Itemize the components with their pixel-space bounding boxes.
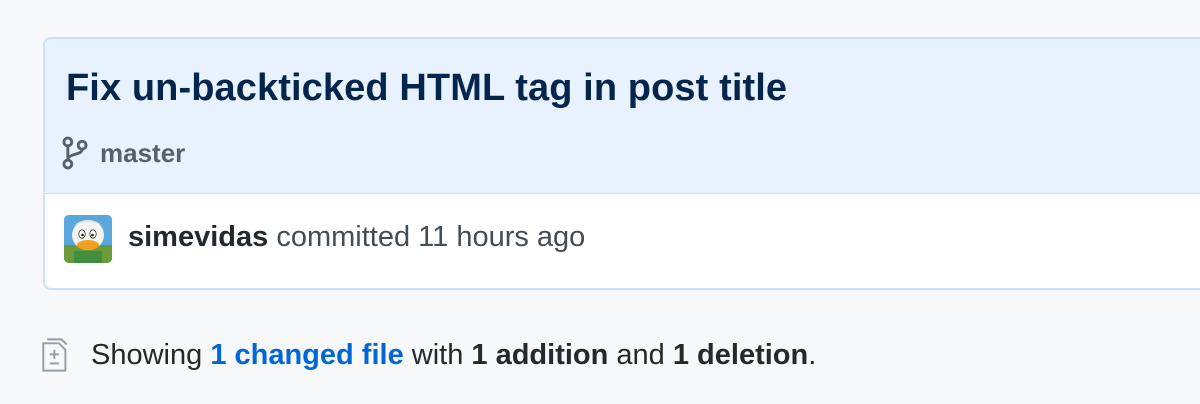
branch-name[interactable]: master bbox=[100, 138, 185, 169]
commit-meta: simevidas committed 11 hours ago bbox=[45, 194, 1200, 288]
user-avatar[interactable] bbox=[64, 215, 112, 263]
commit-action: committed bbox=[276, 221, 411, 253]
commit-box: Fix un-backticked HTML tag in post title… bbox=[43, 37, 1200, 290]
file-diff-icon bbox=[42, 338, 68, 372]
deletions-count: 1 deletion bbox=[672, 338, 809, 371]
commit-time[interactable]: 11 hours ago bbox=[418, 221, 585, 253]
git-branch-icon bbox=[62, 136, 88, 170]
commit-author[interactable]: simevidas bbox=[128, 221, 268, 253]
changed-files-link[interactable]: 1 changed file bbox=[210, 339, 403, 371]
summary-with: with bbox=[411, 338, 464, 371]
diff-summary-text: Showing 1 changed file with 1 addition a… bbox=[91, 339, 816, 372]
summary-period: . bbox=[808, 338, 817, 371]
branch-indicator: master bbox=[62, 136, 185, 170]
diff-summary: Showing 1 changed file with 1 addition a… bbox=[42, 338, 816, 372]
additions-count: 1 addition bbox=[471, 338, 609, 371]
commit-title: Fix un-backticked HTML tag in post title bbox=[66, 67, 788, 109]
commit-byline: simevidas committed 11 hours ago bbox=[128, 221, 585, 254]
summary-prefix: Showing bbox=[91, 338, 203, 371]
summary-and: and bbox=[616, 338, 665, 371]
avatar-image bbox=[64, 215, 112, 263]
commit-header: Fix un-backticked HTML tag in post title… bbox=[45, 39, 1200, 194]
